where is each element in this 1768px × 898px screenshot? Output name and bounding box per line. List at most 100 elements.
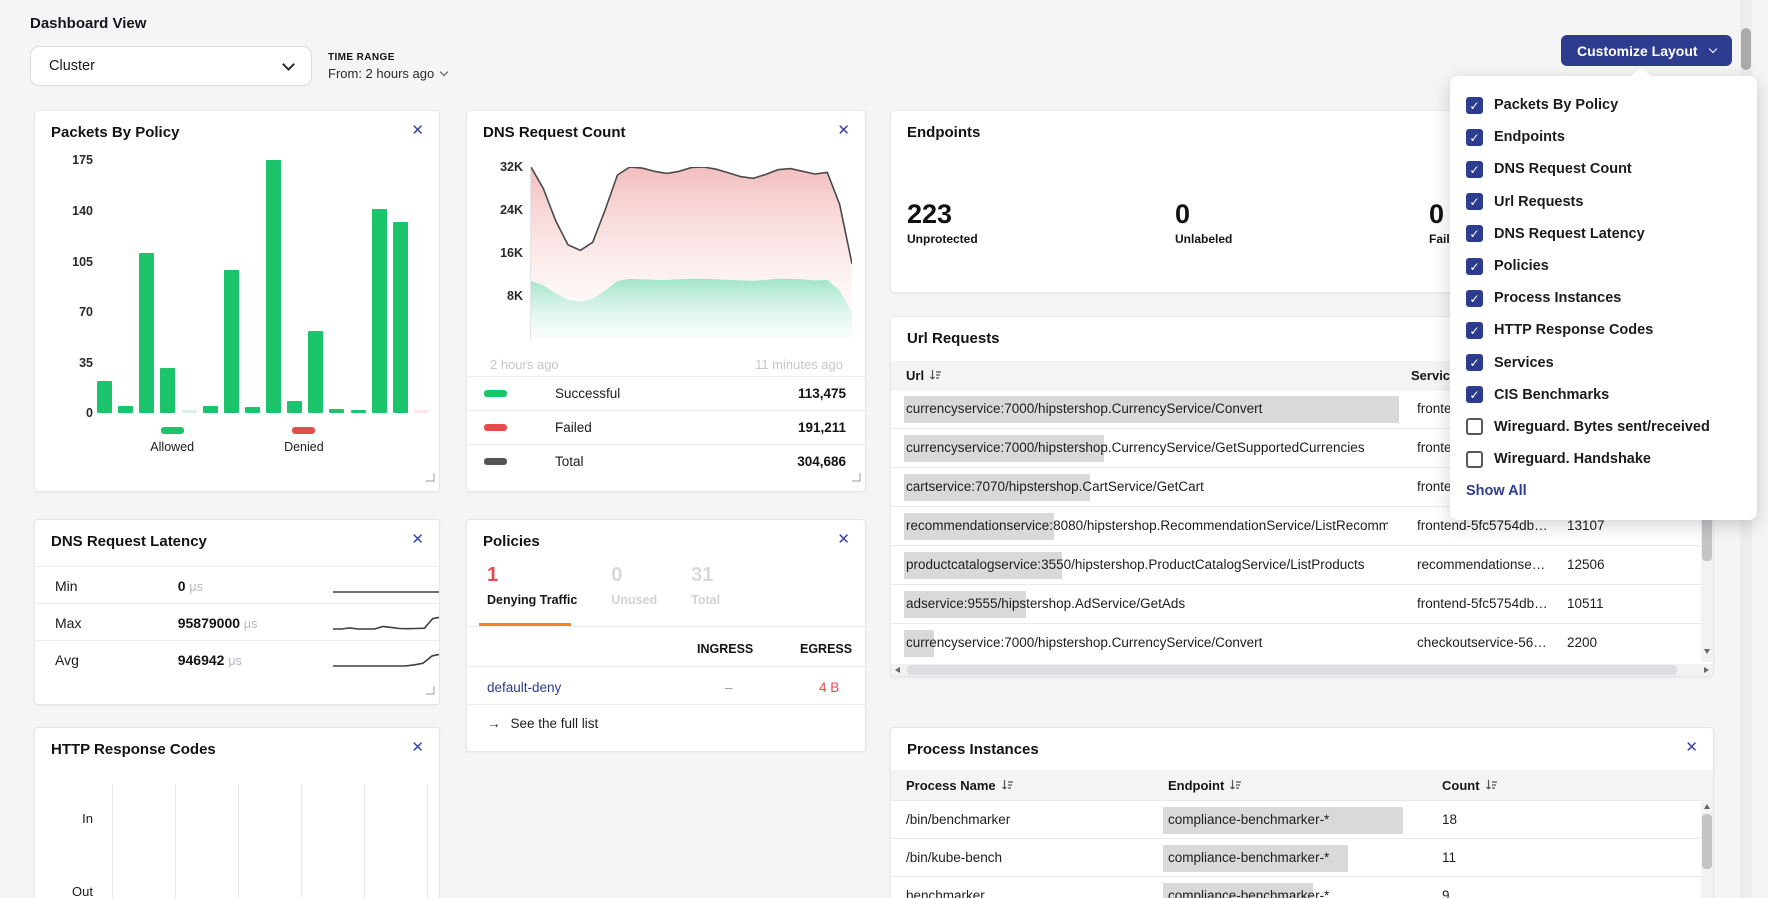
bar-allowed	[266, 160, 281, 413]
column-header-url[interactable]: Url	[906, 368, 1411, 383]
column-header-endpoint[interactable]: Endpoint	[1168, 778, 1442, 793]
table-row[interactable]: currencyservice:7000/hipstershop.Currenc…	[891, 623, 1714, 663]
close-icon[interactable]: ✕	[411, 532, 424, 547]
chevron-down-icon	[1708, 44, 1716, 52]
legend-item-denied[interactable]: Denied	[284, 427, 324, 454]
y-tick: 175	[49, 153, 93, 167]
tab-unused[interactable]: 0 Unused	[611, 564, 657, 607]
y-tick: 8K	[483, 289, 523, 303]
menu-item-wireguard-bytes[interactable]: Wireguard. Bytes sent/received	[1450, 411, 1757, 443]
arrow-right-icon: →	[487, 716, 501, 731]
x-axis-start-label: 2 hours ago	[490, 357, 559, 372]
resize-handle-icon[interactable]	[851, 469, 861, 487]
checkbox-icon[interactable]	[1466, 354, 1483, 371]
scroll-right-icon[interactable]	[1704, 667, 1709, 673]
checkbox-icon[interactable]	[1466, 258, 1483, 275]
x-axis-end-label: 11 minutes ago	[755, 357, 843, 372]
bar-chart	[97, 160, 429, 413]
resize-handle-icon[interactable]	[425, 682, 435, 700]
successful-swatch	[484, 390, 507, 397]
menu-item-url-requests[interactable]: Url Requests	[1450, 186, 1757, 218]
bar-allowed	[203, 406, 218, 413]
y-tick: 105	[49, 255, 93, 269]
menu-item-wireguard-handshake[interactable]: Wireguard. Handshake	[1450, 443, 1757, 475]
column-header-process-name[interactable]: Process Name	[906, 778, 1168, 793]
stat-unlabeled: 0 Unlabeled	[1175, 199, 1232, 246]
checkbox-icon[interactable]	[1466, 225, 1483, 242]
sparkline-max	[331, 610, 440, 636]
sort-icon	[1229, 779, 1242, 791]
customize-layout-menu: Packets By Policy Endpoints DNS Request …	[1450, 76, 1757, 520]
table-horizontal-scrollbar[interactable]	[891, 664, 1713, 676]
checkbox-icon[interactable]	[1466, 451, 1483, 468]
checkbox-icon[interactable]	[1466, 290, 1483, 307]
card-title: Endpoints	[907, 124, 980, 141]
y-tick: 16K	[483, 246, 523, 260]
close-icon[interactable]: ✕	[837, 532, 850, 547]
bar-allowed	[329, 409, 344, 413]
legend-row-failed[interactable]: Failed 191,211	[467, 410, 865, 444]
checkbox-icon[interactable]	[1466, 386, 1483, 403]
latency-row-max: Max 95879000 μs	[35, 603, 440, 641]
tab-denying-traffic[interactable]: 1 Denying Traffic	[487, 564, 577, 607]
see-full-list-link[interactable]: → See the full list	[487, 716, 598, 731]
card-title: Process Instances	[907, 741, 1039, 758]
show-all-link[interactable]: Show All	[1466, 483, 1527, 499]
scrollbar-thumb[interactable]	[1702, 814, 1712, 869]
page-scrollbar-thumb[interactable]	[1741, 28, 1751, 70]
chevron-down-icon	[282, 58, 295, 71]
table-row[interactable]: /bin/kube-bench compliance-benchmarker-*…	[891, 838, 1714, 877]
checkbox-icon[interactable]	[1466, 193, 1483, 210]
row-label-out: Out	[53, 884, 93, 898]
sort-icon	[1001, 779, 1014, 791]
card-title: Policies	[483, 533, 540, 550]
menu-item-http-response-codes[interactable]: HTTP Response Codes	[1450, 314, 1757, 346]
divider	[467, 704, 866, 705]
bar-allowed	[224, 270, 239, 413]
policy-name-link[interactable]: default-deny	[487, 680, 561, 695]
policy-egress-value: 4 B	[819, 680, 839, 695]
column-header-count[interactable]: Count	[1442, 778, 1498, 793]
table-vertical-scrollbar[interactable]	[1701, 800, 1713, 898]
menu-item-policies[interactable]: Policies	[1450, 250, 1757, 282]
table-row[interactable]: benchmarker compliance-benchmarker-* 9	[891, 876, 1714, 898]
scrollbar-thumb[interactable]	[907, 665, 1677, 675]
menu-item-endpoints[interactable]: Endpoints	[1450, 121, 1757, 153]
legend-row-successful[interactable]: Successful 113,475	[467, 376, 865, 410]
scroll-up-icon[interactable]	[1704, 804, 1710, 809]
page-title: Dashboard View	[30, 15, 146, 32]
time-range-value[interactable]: From: 2 hours ago	[328, 66, 447, 81]
scroll-down-icon[interactable]	[1704, 649, 1710, 654]
divider	[467, 626, 866, 627]
tab-total[interactable]: 31 Total	[691, 564, 720, 607]
checkbox-icon[interactable]	[1466, 129, 1483, 146]
checkbox-icon[interactable]	[1466, 418, 1483, 435]
table-row[interactable]: productcatalogservice:3550/hipstershop.P…	[891, 545, 1714, 585]
menu-item-cis-benchmarks[interactable]: CIS Benchmarks	[1450, 379, 1757, 411]
resize-handle-icon[interactable]	[425, 469, 435, 487]
view-selector[interactable]: Cluster	[30, 46, 312, 86]
legend-row-total[interactable]: Total 304,686	[467, 444, 865, 478]
close-icon[interactable]: ✕	[411, 123, 424, 138]
close-icon[interactable]: ✕	[1685, 740, 1698, 755]
close-icon[interactable]: ✕	[411, 740, 424, 755]
close-icon[interactable]: ✕	[837, 123, 850, 138]
view-selector-value: Cluster	[49, 58, 95, 74]
menu-item-dns-request-latency[interactable]: DNS Request Latency	[1450, 218, 1757, 250]
menu-item-services[interactable]: Services	[1450, 347, 1757, 379]
legend-item-allowed[interactable]: Allowed	[150, 427, 194, 454]
checkbox-icon[interactable]	[1466, 97, 1483, 114]
checkbox-icon[interactable]	[1466, 161, 1483, 178]
menu-item-packets-by-policy[interactable]: Packets By Policy	[1450, 89, 1757, 121]
customize-layout-button[interactable]: Customize Layout	[1561, 35, 1732, 66]
menu-item-dns-request-count[interactable]: DNS Request Count	[1450, 153, 1757, 185]
card-packets-by-policy: Packets By Policy ✕ 175 140 105 70 35 0 …	[34, 110, 440, 492]
table-row[interactable]: adservice:9555/hipstershop.AdService/Get…	[891, 584, 1714, 624]
y-tick: 32K	[483, 160, 523, 174]
menu-item-process-instances[interactable]: Process Instances	[1450, 282, 1757, 314]
table-row[interactable]: /bin/benchmarker compliance-benchmarker-…	[891, 800, 1714, 839]
scroll-left-icon[interactable]	[895, 667, 900, 673]
card-process-instances: Process Instances ✕ Process Name Endpoin…	[890, 727, 1714, 898]
dashboard-screen: Dashboard View Cluster TIME RANGE From: …	[0, 0, 1768, 898]
checkbox-icon[interactable]	[1466, 322, 1483, 339]
